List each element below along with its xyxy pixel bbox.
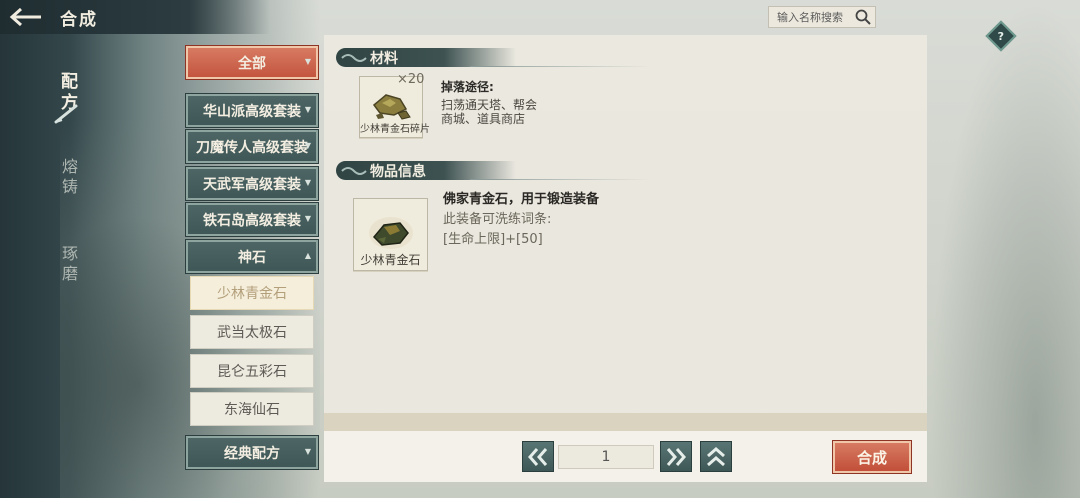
section-divider [470, 66, 650, 67]
category-daomo[interactable]: 刀魔传人高级套装 ▼ [185, 129, 319, 164]
chevron-down-icon: ▼ [304, 447, 311, 456]
tab-casting[interactable]: 熔铸 [52, 158, 80, 198]
search-input[interactable] [777, 10, 851, 24]
materials-heading-label: 材料 [370, 50, 398, 67]
category-label: 刀魔传人高级套装 [196, 139, 308, 156]
next-page-button[interactable] [660, 441, 692, 472]
list-item-shaolin[interactable]: 少林青金石 [190, 276, 314, 310]
category-tieshi[interactable]: 铁石岛高级套装 ▼ [185, 202, 319, 237]
brush-icon [54, 104, 78, 124]
category-huashan[interactable]: 华山派高级套装 ▼ [185, 93, 319, 128]
ore-fragment-icon [372, 94, 411, 120]
refine-note: 此装备可洗练词条: [443, 212, 552, 227]
scroll-ornament-icon [341, 54, 367, 62]
synthesize-button[interactable]: 合成 [832, 440, 912, 474]
category-all[interactable]: 全部 ▼ [185, 45, 319, 80]
tab-polishing[interactable]: 琢磨 [52, 245, 80, 285]
item-description: 佛家青金石，用于锻造装备 [443, 192, 600, 207]
scroll-ornament-icon [341, 167, 367, 175]
chevron-down-icon: ▼ [304, 178, 311, 187]
list-item-wudang[interactable]: 武当太极石 [190, 315, 314, 349]
category-label: 华山派高级套装 [203, 103, 301, 120]
chevron-down-icon: ▼ [304, 141, 311, 150]
search-icon[interactable] [855, 9, 871, 25]
help-icon: ? [997, 29, 1005, 43]
material-item-name: 少林青金石碎片 [360, 124, 430, 135]
category-label: 铁石岛高级套装 [203, 212, 301, 229]
background-right-scenery [930, 0, 1080, 498]
list-item-donghai[interactable]: 东海仙石 [190, 392, 314, 426]
back-button[interactable] [0, 0, 52, 34]
item-info-name: 少林青金石 [360, 253, 421, 267]
page-number[interactable]: 1 [558, 445, 654, 469]
first-page-button[interactable] [700, 441, 732, 472]
chevron-down-icon: ▼ [304, 105, 311, 114]
chevron-down-icon: ▼ [304, 57, 311, 66]
category-label: 全部 [238, 55, 266, 72]
double-chevron-left-icon [528, 447, 548, 466]
double-chevron-up-icon [707, 446, 725, 466]
item-attribute: [生命上限]+[50] [443, 232, 543, 247]
category-label: 天武军高级套装 [203, 176, 301, 193]
category-tianwu[interactable]: 天武军高级套装 ▼ [185, 166, 319, 201]
chevron-up-icon: ▲ [304, 251, 311, 260]
prev-page-button[interactable] [522, 441, 554, 472]
item-info-heading-label: 物品信息 [370, 163, 426, 180]
category-shenshi[interactable]: 神石 ▲ [185, 239, 319, 274]
chevron-down-icon: ▼ [304, 214, 311, 223]
drop-sources: 扫荡通天塔、帮会商城、道具商店 [441, 98, 538, 126]
page-title: 合成 [60, 9, 98, 30]
back-arrow-icon [9, 7, 41, 27]
section-divider [470, 179, 650, 180]
category-label: 神石 [238, 249, 266, 266]
top-bar: 合成 [0, 0, 270, 34]
list-item-kunlun[interactable]: 昆仑五彩石 [190, 354, 314, 388]
double-chevron-right-icon [666, 447, 686, 466]
search-box[interactable] [768, 6, 876, 28]
gemstone-icon [369, 217, 413, 249]
category-classic[interactable]: 经典配方 ▼ [185, 435, 319, 470]
material-quantity: ×20 [397, 72, 425, 87]
category-label: 经典配方 [224, 445, 280, 462]
item-info-slot[interactable]: 少林青金石 [353, 198, 428, 271]
drop-title: 掉落途径: [441, 80, 494, 94]
panel-divider [324, 413, 927, 431]
